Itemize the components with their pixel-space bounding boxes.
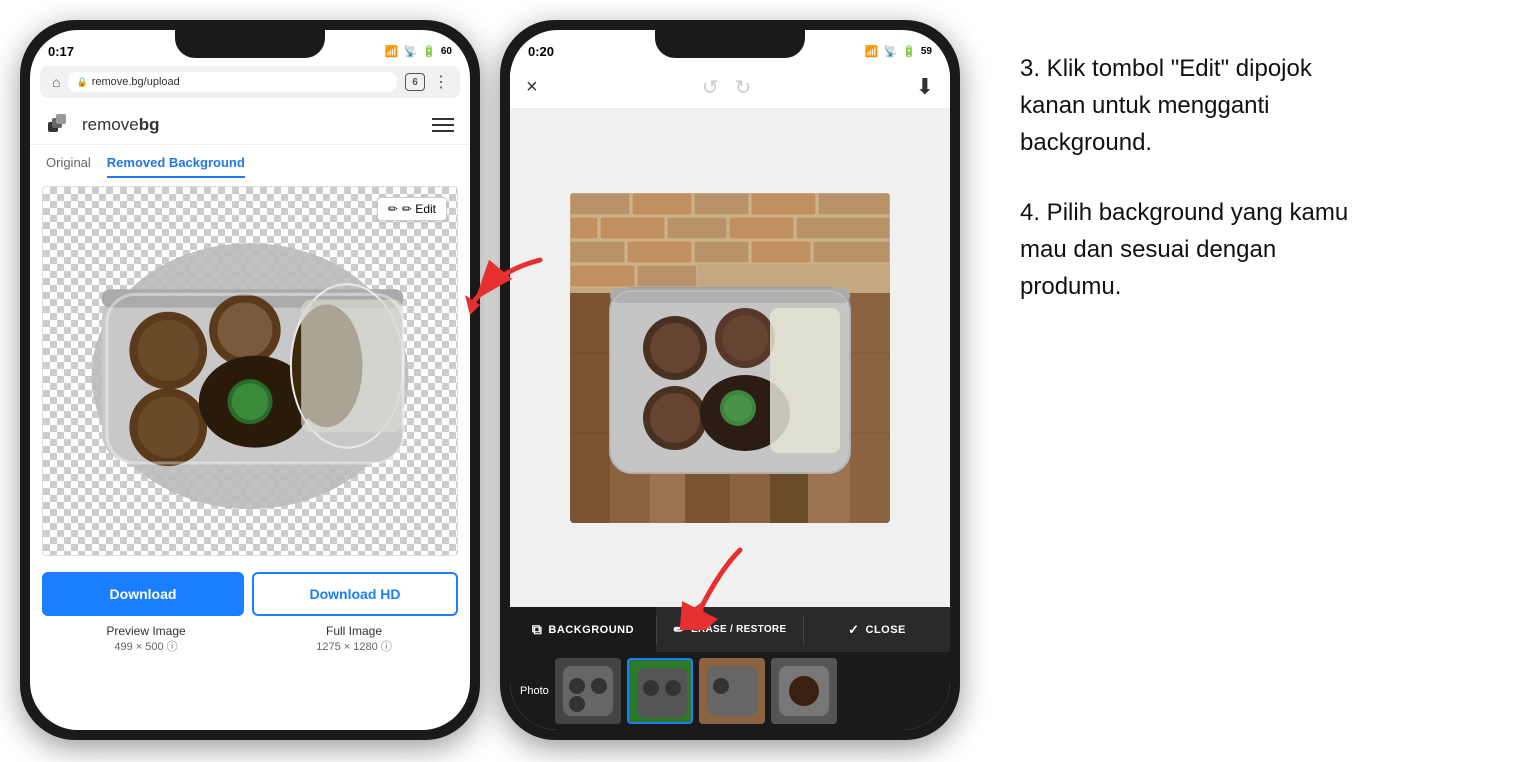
app-header: removebg [30,106,470,145]
download-section: Download Download HD [30,564,470,624]
phone-1: 0:17 📶 📡 🔋 60 ⌂ 🔒 remove.bg/upload [20,20,480,740]
edit-button[interactable]: ✏ ✏ Edit [377,197,447,221]
undo-icon[interactable]: ↺ [702,75,719,100]
image-meta: Preview Image 499 × 500 ⓘ Full Image 127… [30,624,470,654]
full-size: 1275 × 1280 ⓘ [250,638,458,654]
image-tabs: Original Removed Background [30,145,470,178]
more-menu-icon[interactable]: ⋮ [433,72,448,92]
battery-level-2: 59 [921,46,932,57]
editor-canvas [510,109,950,607]
logo-bg: bg [139,115,160,134]
image-area: ✏ ✏ Edit [42,186,458,556]
wifi-icon-2: 📡 [883,45,897,58]
preview-size: 499 × 500 ⓘ [42,638,250,654]
layers-icon: ⧉ [532,621,543,638]
photo-thumb-4[interactable] [771,658,837,724]
app-logo: removebg [46,114,159,136]
time-1: 0:17 [48,44,74,59]
edited-image [570,193,890,523]
red-arrow-1 [460,250,550,325]
full-label: Full Image [250,624,458,638]
time-2: 0:20 [528,44,554,59]
background-tab[interactable]: ⧉ BACKGROUND [510,607,656,652]
url-bar[interactable]: 🔒 remove.bg/upload [68,72,397,92]
close-tab[interactable]: ✓ CLOSE [804,607,950,652]
step-4-text: 4. Pilih background yang kamu mau dan se… [1020,194,1350,306]
tab-removed-background[interactable]: Removed Background [107,155,245,178]
battery-level: 60 [441,46,452,57]
url-text: remove.bg/upload [92,76,180,88]
battery-icon-2: 🔋 [902,45,916,58]
product-image [43,187,457,555]
photo-thumb-1[interactable] [555,658,621,724]
preview-meta: Preview Image 499 × 500 ⓘ [42,624,250,654]
redo-icon[interactable]: ↻ [735,75,752,100]
signal-icon-2: 📶 [865,45,879,58]
edited-product-image [570,193,890,523]
signal-icon: 📶 [385,45,399,58]
wifi-icon: 📡 [403,45,417,58]
full-meta: Full Image 1275 × 1280 ⓘ [250,624,458,654]
photo-strip: Photo [510,652,950,730]
download-icon[interactable]: ⬇ [916,74,934,100]
logo-icon [46,114,74,136]
step-3-text: 3. Klik tombol "Edit" dipojok kanan untu… [1020,50,1350,162]
editor-header: × ↺ ↻ ⬇ [510,66,950,109]
tab-count[interactable]: 6 [405,73,425,91]
photo-thumb-2[interactable] [627,658,693,724]
red-arrow-2 [670,540,770,635]
editor-tools: ↺ ↻ [702,75,752,100]
hamburger-menu[interactable] [432,118,454,132]
battery-icon: 🔋 [422,45,436,58]
download-button[interactable]: Download [42,572,244,616]
preview-label: Preview Image [42,624,250,638]
pencil-icon: ✏ [388,202,398,216]
browser-bar: ⌂ 🔒 remove.bg/upload 6 ⋮ [40,66,460,98]
close-icon[interactable]: × [526,76,538,99]
download-hd-button[interactable]: Download HD [252,572,458,616]
tab-original[interactable]: Original [46,155,91,178]
photo-label: Photo [520,685,549,697]
checkmark-icon: ✓ [848,622,859,638]
instructions-panel: 3. Klik tombol "Edit" dipojok kanan untu… [980,20,1380,355]
phone-2: 0:20 📶 📡 🔋 59 × ↺ ↻ ⬇ [500,20,960,740]
home-icon[interactable]: ⌂ [52,74,60,90]
photo-thumb-3[interactable] [699,658,765,724]
lock-icon: 🔒 [76,77,87,88]
logo-remove: remove [82,115,139,134]
